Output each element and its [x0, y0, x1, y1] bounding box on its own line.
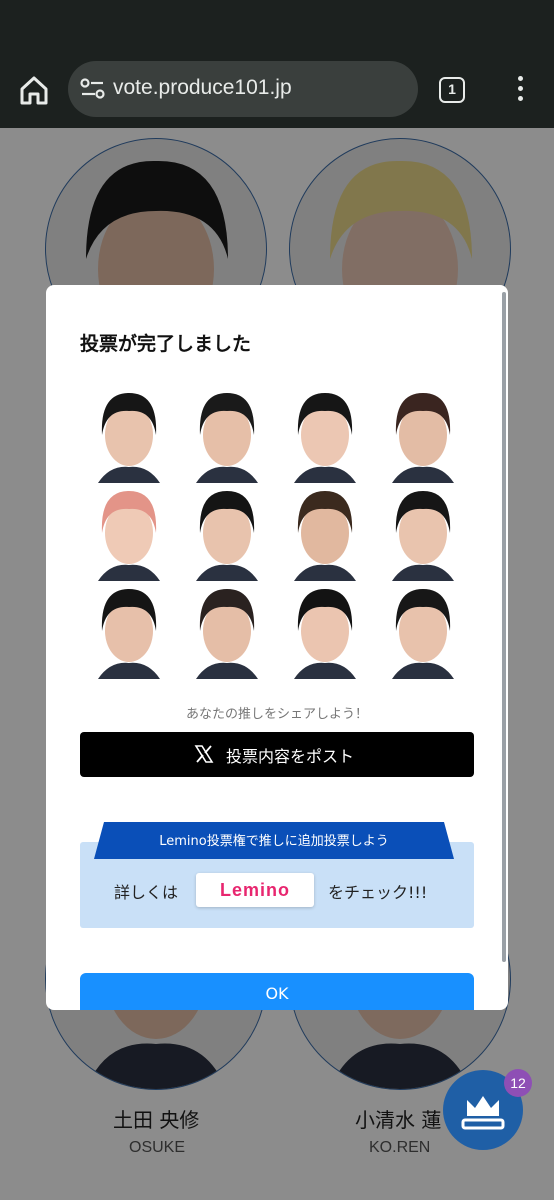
voted-trainee-photo	[80, 581, 178, 679]
voted-trainee-photo	[178, 581, 276, 679]
share-prompt: あなたの推しをシェアしよう！	[185, 707, 368, 722]
vote-complete-dialog: 投票が完了しました あなたの推しをシェアしよう！ 投票内容をポスト Lemino…	[46, 285, 508, 1010]
more-menu-icon[interactable]	[508, 76, 532, 104]
voted-trainee-photo	[80, 483, 178, 581]
x-logo-icon	[194, 745, 214, 763]
dialog-scrollbar[interactable]	[502, 292, 506, 962]
dialog-title: 投票が完了しました	[80, 333, 252, 355]
voted-trainee-photo	[374, 581, 472, 679]
voted-trainee-photo	[80, 385, 178, 483]
voted-trainee-photo	[276, 581, 374, 679]
voted-trainee-photo	[178, 483, 276, 581]
browser-toolbar: vote.produce101.jp 1	[0, 0, 554, 128]
lemino-logo-link[interactable]: Lemino	[196, 873, 314, 907]
lemino-banner-text: Lemino投票権で推しに追加投票しよう	[159, 834, 389, 849]
post-vote-button[interactable]: 投票内容をポスト	[80, 732, 474, 777]
voted-trainee-photo	[276, 385, 374, 483]
vote-count-badge: 12	[504, 1069, 532, 1097]
ok-button[interactable]: OK	[80, 973, 474, 1010]
site-settings-icon[interactable]	[80, 77, 106, 101]
tab-switcher-button[interactable]: 1	[439, 77, 465, 103]
lemino-prefix-text: 詳しくは	[114, 883, 179, 902]
address-bar[interactable]: vote.produce101.jp	[68, 61, 418, 117]
voted-trainee-photo	[374, 385, 472, 483]
post-button-label: 投票内容をポスト	[226, 747, 355, 766]
voted-trainee-photo	[374, 483, 472, 581]
url-text: vote.produce101.jp	[113, 76, 292, 99]
voted-trainee-photo	[178, 385, 276, 483]
home-icon[interactable]	[16, 72, 52, 108]
voted-trainee-photo	[276, 483, 374, 581]
lemino-suffix-text: をチェック!!!	[328, 883, 428, 902]
